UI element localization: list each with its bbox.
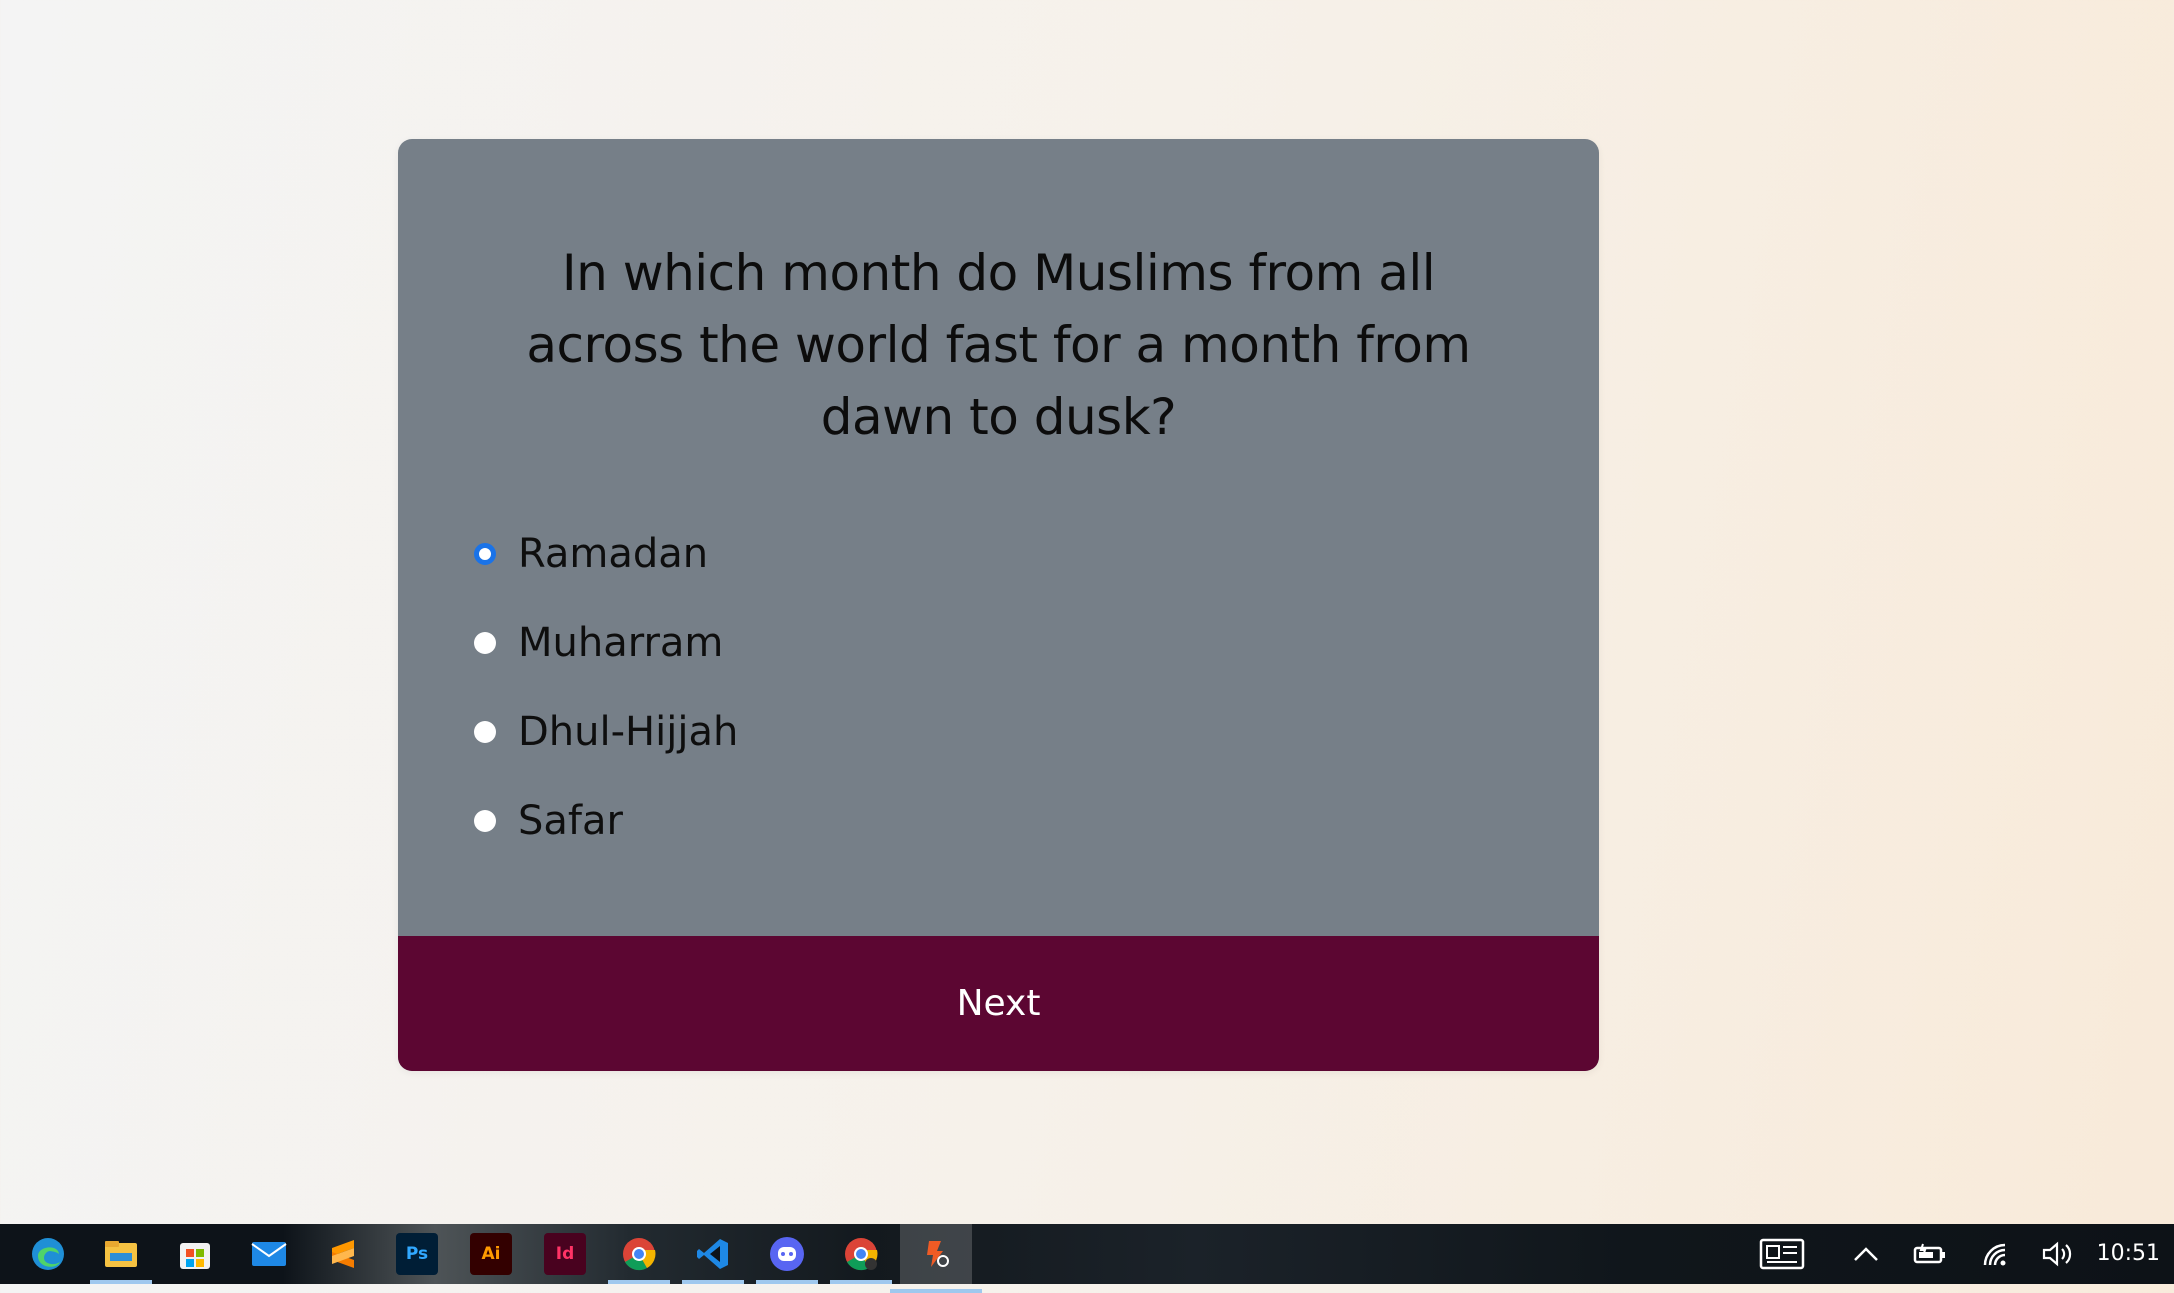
radio-button[interactable]	[474, 809, 496, 832]
file-explorer-icon[interactable]	[90, 1233, 152, 1284]
chrome-icon[interactable]	[608, 1233, 670, 1284]
taskbar: Ps Ai Id 10:51	[0, 1224, 2174, 1293]
chrome-profile-icon[interactable]	[830, 1233, 892, 1284]
option-label[interactable]: Safar	[518, 798, 623, 844]
news-icon[interactable]	[1756, 1224, 1808, 1284]
discord-icon[interactable]	[756, 1233, 818, 1284]
option-label[interactable]: Ramadan	[518, 531, 708, 577]
taskbar-clock[interactable]: 10:51	[2097, 1224, 2160, 1284]
mail-icon[interactable]	[248, 1233, 290, 1275]
quiz-card: In which month do Muslims from all acros…	[398, 139, 1599, 1071]
option-ramadan[interactable]: Ramadan	[474, 509, 738, 598]
option-muharram[interactable]: Muharram	[474, 598, 738, 687]
illustrator-icon[interactable]: Ai	[470, 1233, 512, 1275]
radio-button-selected[interactable]	[474, 542, 496, 565]
option-label[interactable]: Muharram	[518, 620, 723, 666]
radio-button[interactable]	[474, 720, 496, 743]
chevron-up-icon[interactable]	[1848, 1224, 1884, 1284]
radio-button[interactable]	[474, 631, 496, 654]
indesign-icon[interactable]: Id	[544, 1233, 586, 1275]
answer-options: Ramadan Muharram Dhul-Hijjah Safar	[474, 509, 738, 865]
vscode-icon[interactable]	[682, 1233, 744, 1284]
wifi-icon[interactable]	[1976, 1224, 2016, 1284]
option-label[interactable]: Dhul-Hijjah	[518, 709, 738, 755]
question-text: In which month do Muslims from all acros…	[526, 244, 1471, 446]
next-button[interactable]: Next	[398, 936, 1599, 1071]
battery-icon[interactable]	[1910, 1224, 1950, 1284]
sublime-text-icon[interactable]	[322, 1233, 364, 1275]
edge-icon[interactable]	[27, 1233, 69, 1275]
postman-icon[interactable]	[890, 1224, 982, 1293]
option-safar[interactable]: Safar	[474, 776, 738, 865]
volume-icon[interactable]	[2038, 1224, 2078, 1284]
option-dhul-hijjah[interactable]: Dhul-Hijjah	[474, 687, 738, 776]
microsoft-store-icon[interactable]	[174, 1233, 216, 1275]
photoshop-icon[interactable]: Ps	[396, 1233, 438, 1275]
